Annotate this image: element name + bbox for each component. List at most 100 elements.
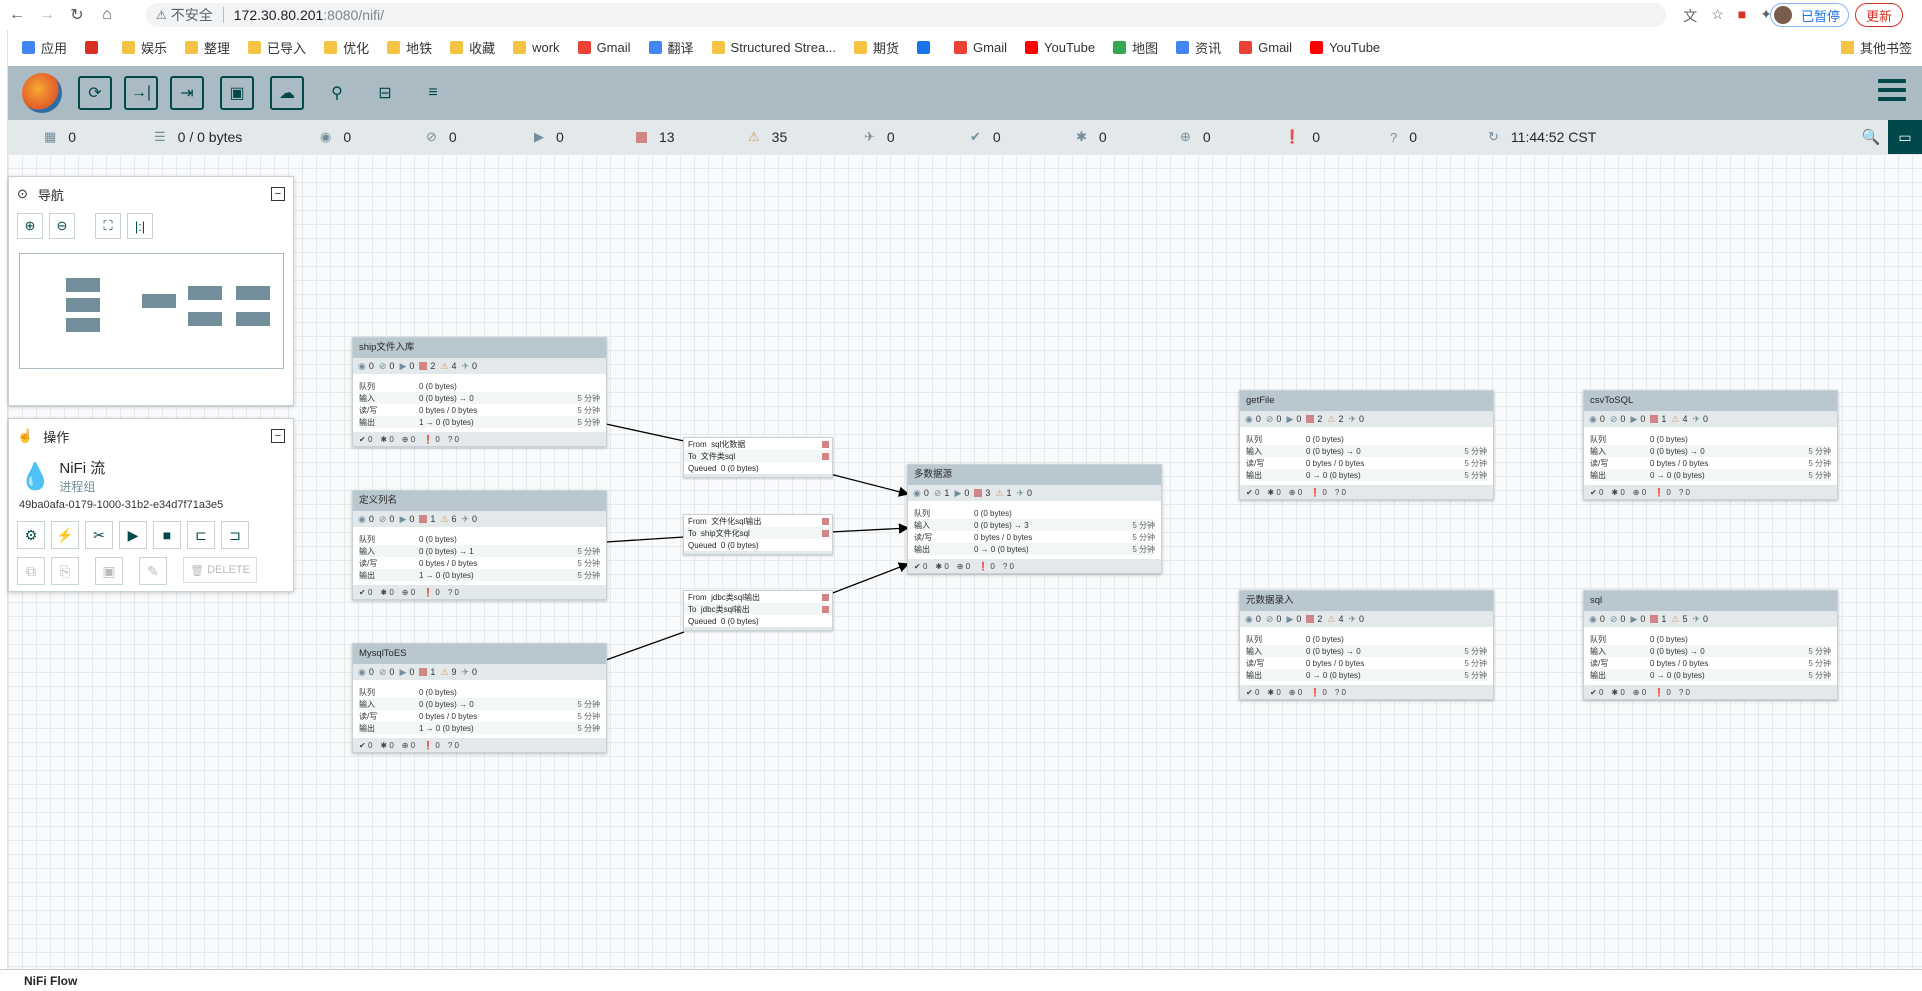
bookmark-item[interactable] [85,40,104,54]
extension-icon[interactable]: ■ [1738,6,1746,26]
up-to-date-icon: ✔ [1246,487,1253,497]
collapse-navigate-icon[interactable]: − [271,187,285,201]
breadcrumb[interactable]: NiFi Flow [0,969,1922,991]
label-tool-icon[interactable]: ≡ [416,76,450,110]
bookmark-item[interactable]: 优化 [324,38,369,57]
modified-stale-icon: ❗ [1310,487,1321,497]
star-icon[interactable]: ☆ [1711,6,1724,26]
nifi-header: ⟳ →| ⇥ ▣ ☁ ⚲ ⊟ ≡ [8,66,1922,120]
actual-size-icon[interactable]: |:| [127,213,153,239]
bookmark-item[interactable] [917,40,936,54]
bookmark-item[interactable]: Gmail [1239,40,1292,55]
start-icon[interactable]: ▶ [119,521,147,549]
back-icon[interactable]: ← [4,2,30,28]
color-icon[interactable]: ✎ [139,557,167,585]
zoom-out-icon[interactable]: ⊖ [49,213,75,239]
bookmark-item[interactable]: 收藏 [450,38,495,57]
stopped-icon [419,362,428,370]
input-port-tool-icon[interactable]: →| [124,76,158,110]
process-group[interactable]: getFile ◉ 0 ⊘ 0 ▶ 0 2 ⚠ 2 ✈ 0 队列 0 (0 bytes) 输… [1239,390,1494,500]
navigate-title: 导航 [37,187,64,203]
home-icon[interactable]: ⌂ [94,2,120,28]
running-icon: ▶ [399,513,407,524]
birdseye-view[interactable] [19,253,284,369]
bookmark-item[interactable]: 娱乐 [122,38,167,57]
process-group-name: sql [1584,591,1837,611]
zoom-in-icon[interactable]: ⊕ [17,213,43,239]
running-icon: ▶ [399,666,407,677]
stopped-icon [1650,615,1659,623]
fit-icon[interactable]: ⛶ [95,213,121,239]
bookmark-item[interactable]: YouTube [1025,40,1095,55]
configure-icon[interactable]: ⚙ [17,521,45,549]
folder-icon [450,40,464,54]
stale-icon: ⊕ [401,434,409,444]
copy-icon[interactable]: ⧉ [17,557,45,585]
stop-icon[interactable]: ■ [153,521,181,549]
gmail-icon [954,40,968,54]
profile-paused-button[interactable]: 已暂停 [1770,3,1850,27]
paste-icon[interactable]: ⎘ [51,557,79,585]
bookmark-item[interactable]: YouTube [1310,40,1380,55]
stopped-icon [974,489,983,497]
disabled-icon: ✈ [1348,413,1357,424]
bookmark-item[interactable]: 期货 [854,38,899,57]
compass-icon: ⊙ [17,186,28,201]
process-group[interactable]: ship文件入库 ◉ 0 ⊘ 0 ▶ 0 2 ⚠ 4 ✈ 0 队列 0 (0 bytes) … [352,337,607,447]
output-port-tool-icon[interactable]: ⇥ [170,76,204,110]
bookmark-item[interactable]: 地图 [1113,38,1158,57]
process-group[interactable]: 元数据录入 ◉ 0 ⊘ 0 ▶ 0 2 ⚠ 4 ✈ 0 队列 0 (0 bytes) 输入 0… [1239,590,1494,700]
remote-process-group-tool-icon[interactable]: ☁ [270,76,304,110]
bookmark-item[interactable]: Gmail [577,40,631,55]
process-group[interactable]: csvToSQL ◉ 0 ⊘ 0 ▶ 0 1 ⚠ 4 ✈ 0 队列 0 (0 bytes) … [1583,390,1838,500]
locally-modified-icon: ✱ [380,434,388,444]
process-group[interactable]: MysqlToES ◉ 0 ⊘ 0 ▶ 0 1 ⚠ 9 ✈ 0 队列 0 (0 bytes)… [352,643,607,753]
process-group[interactable]: sql ◉ 0 ⊘ 0 ▶ 0 1 ⚠ 5 ✈ 0 队列 0 (0 bytes) 输入 0 (… [1583,590,1838,700]
locally-modified-icon: ✱ [380,740,388,750]
sync-failure-icon: ? [447,587,453,597]
stopped-icon [419,668,428,676]
bookmark-item[interactable]: 资讯 [1176,38,1221,57]
bookmark-item[interactable]: 整理 [185,38,230,57]
reload-icon[interactable]: ↻ [64,2,90,28]
translate-page-icon[interactable]: 文 [1683,6,1697,26]
search-icon[interactable]: 🔍 [1854,120,1888,154]
refresh-icon[interactable]: ↻ [1488,129,1499,145]
connection-label[interactable]: From sql化数据 To 文件类sql Queued 0 (0 bytes) [683,437,833,478]
connection-label[interactable]: From 文件化sql输出 To ship文件化sql Queued 0 (0 … [683,514,833,555]
process-group-tool-icon[interactable]: ▣ [220,76,254,110]
bookmark-item[interactable]: work [513,40,560,55]
bulletin-board-icon[interactable]: ▭ [1888,120,1922,154]
gmail-icon [1239,40,1253,54]
update-button[interactable]: 更新 [1855,3,1904,27]
upload-template-icon[interactable]: ⊐ [221,521,249,549]
folder-icon [324,40,338,54]
bookmark-item[interactable]: 应用 [22,38,67,57]
delete-button[interactable]: 🗑 DELETE [183,557,257,583]
global-menu-icon[interactable] [1878,79,1906,103]
disable-icon[interactable]: ✂ [85,521,113,549]
funnel-tool-icon[interactable]: ⚲ [320,76,354,110]
translate-icon [648,40,662,54]
address-bar[interactable]: ⚠ 不安全 172.30.80.201:8080/nifi/ [146,3,1666,27]
other-bookmarks[interactable]: 其他书签 [1840,38,1912,57]
bookmark-item[interactable]: 地铁 [387,38,432,57]
bookmark-item[interactable]: Gmail [954,40,1007,55]
bookmark-item[interactable]: Structured Strea... [711,40,836,55]
process-group[interactable]: 定义列名 ◉ 0 ⊘ 0 ▶ 0 1 ⚠ 6 ✈ 0 队列 0 (0 bytes) 输入 0 … [352,490,607,600]
folder-icon [711,40,725,54]
bookmark-item[interactable]: 已导入 [248,38,306,57]
connection-label[interactable]: From jdbc类sql输出 To jdbc类sql输出 Queued 0 (… [683,590,833,631]
processor-tool-icon[interactable]: ⟳ [78,76,112,110]
create-template-icon[interactable]: ⊏ [187,521,215,549]
enable-icon[interactable]: ⚡ [51,521,79,549]
running-icon: ▶ [534,129,544,144]
up-to-date-icon: ✔ [359,740,366,750]
stale-icon: ⊕ [1632,687,1640,697]
process-group[interactable]: 多数据源 ◉ 0 ⊘ 1 ▶ 0 3 ⚠ 1 ✈ 0 队列 0 (0 bytes) 输入 0 … [907,464,1162,574]
bookmark-item[interactable]: 翻译 [648,38,694,57]
group-icon[interactable]: ▣ [95,557,123,585]
forward-icon[interactable]: → [34,2,60,28]
collapse-operate-icon[interactable]: − [271,429,285,443]
template-tool-icon[interactable]: ⊟ [368,76,402,110]
